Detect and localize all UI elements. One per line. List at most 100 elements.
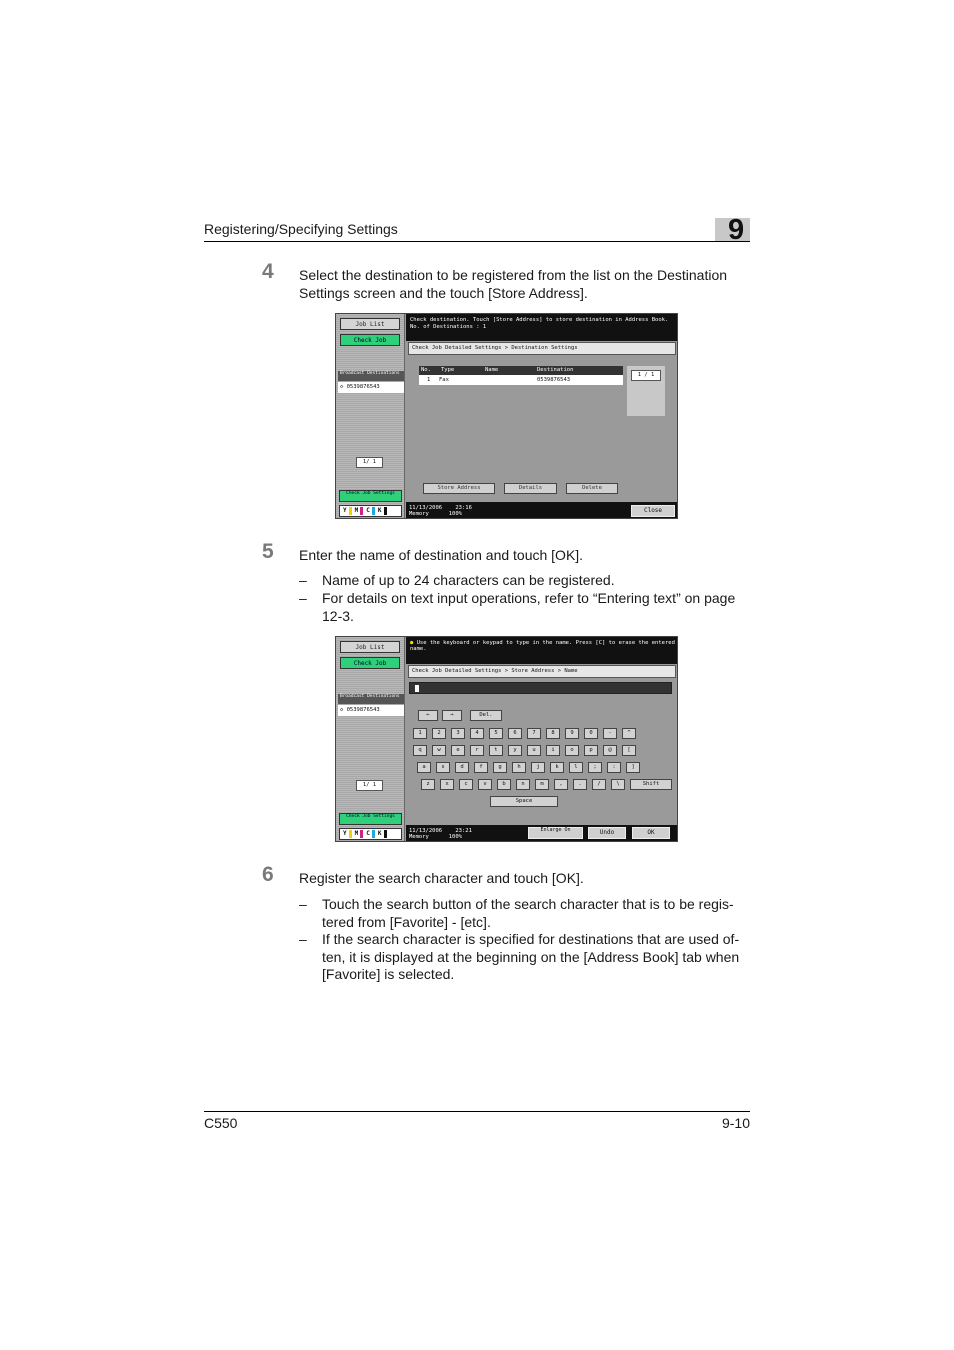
chapter-number: 9 bbox=[728, 214, 745, 246]
key-row1-6[interactable]: 7 bbox=[527, 728, 541, 739]
key-row2-1[interactable]: w bbox=[432, 745, 446, 756]
key-row2-4[interactable]: t bbox=[489, 745, 503, 756]
table-row[interactable]: 1 Fax 0539876543 bbox=[419, 375, 623, 385]
footer-page-number: 9-10 bbox=[721, 1115, 750, 1131]
key-row1-3[interactable]: 4 bbox=[470, 728, 484, 739]
sidebar-page-indicator: 1/ 1 bbox=[356, 457, 383, 468]
text-cursor bbox=[415, 685, 419, 692]
col-no: No. bbox=[421, 367, 431, 373]
close-button[interactable]: Close bbox=[631, 505, 675, 517]
destination-settings-screenshot: Job List Check Job Broadcast Destination… bbox=[335, 313, 678, 519]
bullet-item: – If the search character is specified fo… bbox=[299, 931, 740, 982]
step-text: Enter the name of destination and touch … bbox=[299, 547, 584, 563]
key-row3-6[interactable]: j bbox=[531, 762, 545, 773]
key-row1-5[interactable]: 6 bbox=[508, 728, 522, 739]
shift-key[interactable]: Shift bbox=[630, 779, 672, 790]
destination-number: 0539876543 bbox=[346, 707, 380, 713]
key-row4-8[interactable]: . bbox=[573, 779, 587, 790]
key-row4-0[interactable]: z bbox=[421, 779, 435, 790]
key-row4-10[interactable]: \ bbox=[611, 779, 625, 790]
check-job-settings-button[interactable]: Check Job Settings bbox=[339, 813, 402, 825]
col-type: Type bbox=[441, 367, 455, 373]
key-row1-7[interactable]: 8 bbox=[546, 728, 560, 739]
details-button[interactable]: Details bbox=[504, 483, 557, 494]
key-row3-5[interactable]: h bbox=[512, 762, 526, 773]
message-area: Check destination. Touch [Store Address]… bbox=[406, 314, 677, 341]
key-row3-8[interactable]: l bbox=[569, 762, 583, 773]
page-indicator: 1 / 1 bbox=[631, 370, 661, 381]
key-row3-0[interactable]: a bbox=[417, 762, 431, 773]
name-input[interactable] bbox=[409, 682, 672, 694]
delete-key[interactable]: Del. bbox=[470, 710, 502, 721]
key-row1-10[interactable]: - bbox=[603, 728, 617, 739]
key-row2-7[interactable]: i bbox=[546, 745, 560, 756]
destinations-header: Broadcast Destinations bbox=[338, 371, 404, 381]
step-text: Select the destination to be registered … bbox=[299, 267, 728, 301]
sidebar-page-indicator: 1/ 1 bbox=[356, 780, 383, 791]
name-entry-screenshot: Job List Check Job Broadcast Destination… bbox=[335, 636, 678, 842]
key-row1-11[interactable]: ^ bbox=[622, 728, 636, 739]
memory-label: Memory bbox=[409, 511, 429, 517]
status-bar: 11/13/2006 23:21 Memory 100% Enlarge On … bbox=[406, 825, 677, 841]
key-row3-3[interactable]: f bbox=[474, 762, 488, 773]
key-row1-1[interactable]: 2 bbox=[432, 728, 446, 739]
destination-count-label: No. of Destinations bbox=[410, 324, 473, 330]
cursor-left-key[interactable]: ← bbox=[418, 710, 438, 721]
key-row2-0[interactable]: q bbox=[413, 745, 427, 756]
key-row4-2[interactable]: c bbox=[459, 779, 473, 790]
destinations-header: Broadcast Destinations bbox=[338, 694, 404, 704]
ok-button[interactable]: OK bbox=[632, 827, 670, 839]
key-row2-9[interactable]: p bbox=[584, 745, 598, 756]
key-row3-2[interactable]: d bbox=[455, 762, 469, 773]
toner-indicator: YMCK bbox=[339, 505, 402, 517]
check-job-button[interactable]: Check Job bbox=[340, 334, 400, 346]
enlarge-button[interactable]: Enlarge On bbox=[528, 827, 583, 839]
delete-button[interactable]: Delete bbox=[566, 483, 618, 494]
key-row2-8[interactable]: o bbox=[565, 745, 579, 756]
job-list-button[interactable]: Job List bbox=[340, 641, 400, 653]
key-row2-11[interactable]: [ bbox=[622, 745, 636, 756]
check-job-settings-button[interactable]: Check Job Settings bbox=[339, 490, 402, 502]
key-row4-3[interactable]: v bbox=[478, 779, 492, 790]
key-row2-3[interactable]: r bbox=[470, 745, 484, 756]
destination-entry: ◇ 0539876543 bbox=[338, 382, 404, 393]
key-row2-2[interactable]: e bbox=[451, 745, 465, 756]
check-job-button[interactable]: Check Job bbox=[340, 657, 400, 669]
key-row3-9[interactable]: ; bbox=[588, 762, 602, 773]
memory-label: Memory bbox=[409, 834, 429, 840]
key-row3-7[interactable]: k bbox=[550, 762, 564, 773]
key-row4-9[interactable]: / bbox=[592, 779, 606, 790]
job-list-button[interactable]: Job List bbox=[340, 318, 400, 330]
status-bar: 11/13/2006 23:16 Memory 100% Close bbox=[406, 502, 677, 518]
key-row4-5[interactable]: n bbox=[516, 779, 530, 790]
key-row3-4[interactable]: g bbox=[493, 762, 507, 773]
key-row3-11[interactable]: ] bbox=[626, 762, 640, 773]
space-key[interactable]: Space bbox=[490, 796, 558, 807]
key-row2-5[interactable]: y bbox=[508, 745, 522, 756]
key-row1-8[interactable]: 9 bbox=[565, 728, 579, 739]
destination-count-value: : 1 bbox=[476, 324, 487, 330]
key-row3-10[interactable]: : bbox=[607, 762, 621, 773]
destination-table: No. Type Name Destination 1 Fax 05398765… bbox=[419, 366, 623, 385]
key-row4-4[interactable]: b bbox=[497, 779, 511, 790]
key-row2-6[interactable]: u bbox=[527, 745, 541, 756]
key-row3-1[interactable]: s bbox=[436, 762, 450, 773]
key-row1-0[interactable]: 1 bbox=[413, 728, 427, 739]
key-row1-4[interactable]: 5 bbox=[489, 728, 503, 739]
key-row2-10[interactable]: @ bbox=[603, 745, 617, 756]
message-area: ● Use the keyboard or keypad to type in … bbox=[406, 637, 677, 664]
footer-model: C550 bbox=[204, 1115, 238, 1131]
cell-destination: 0539876543 bbox=[537, 377, 571, 383]
key-row4-6[interactable]: m bbox=[535, 779, 549, 790]
store-address-button[interactable]: Store Address bbox=[423, 483, 495, 494]
undo-button[interactable]: Undo bbox=[588, 827, 626, 839]
destination-entry: ◇ 0539876543 bbox=[338, 705, 404, 716]
bullet-item: – For details on text input operations, r… bbox=[299, 590, 736, 624]
key-row4-1[interactable]: x bbox=[440, 779, 454, 790]
running-header: Registering/Specifying Settings bbox=[204, 221, 398, 237]
key-row1-2[interactable]: 3 bbox=[451, 728, 465, 739]
step-number: 4 bbox=[262, 260, 274, 283]
key-row4-7[interactable]: , bbox=[554, 779, 568, 790]
key-row1-9[interactable]: 0 bbox=[584, 728, 598, 739]
cursor-right-key[interactable]: → bbox=[442, 710, 462, 721]
